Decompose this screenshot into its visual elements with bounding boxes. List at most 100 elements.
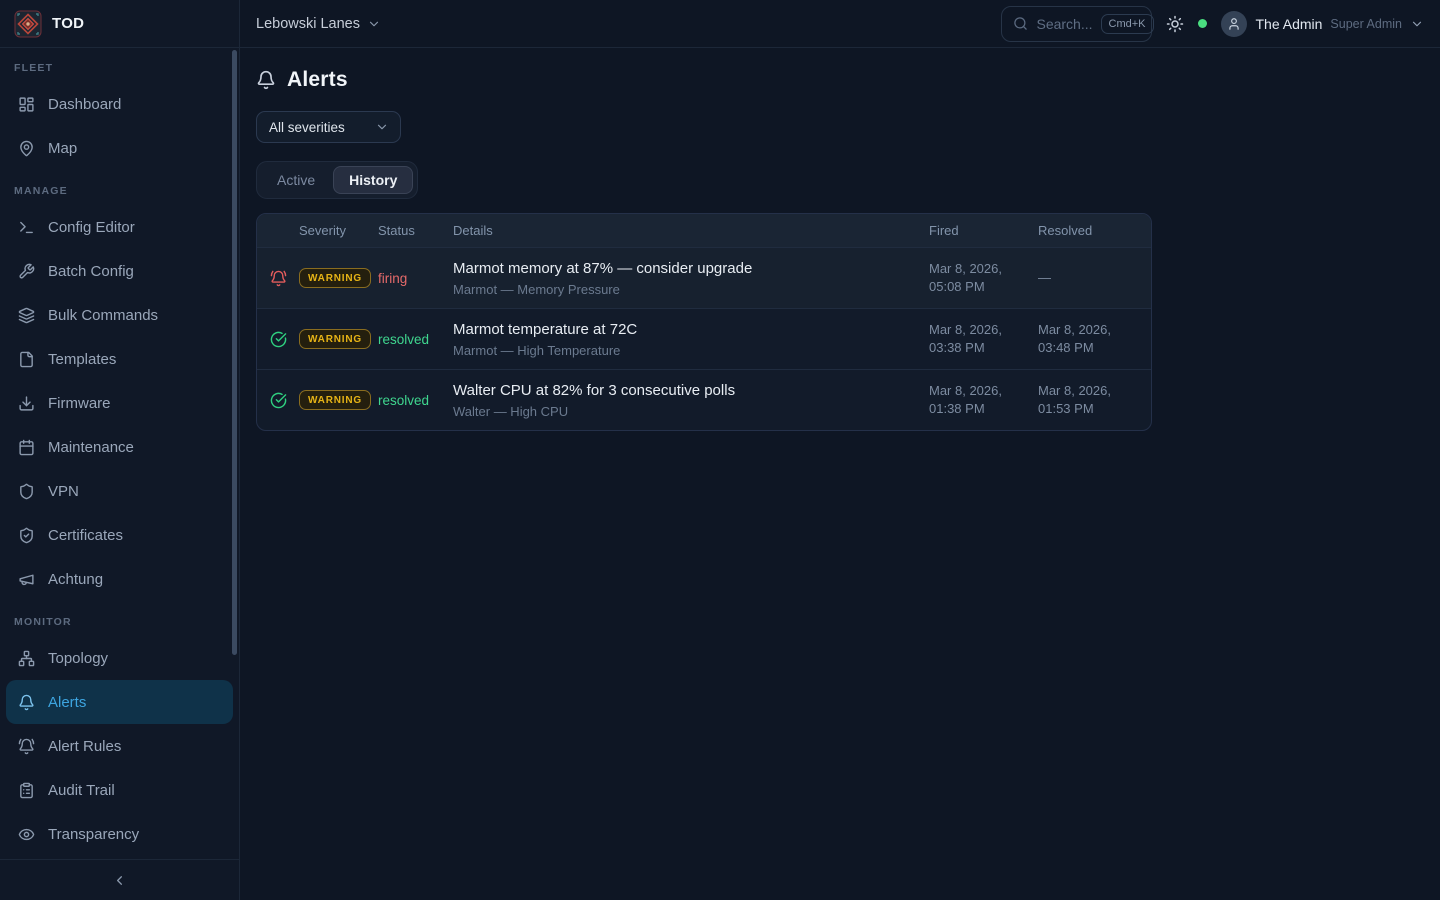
sidebar-section-monitor: MonitorTopologyAlertsAlert RulesAudit Tr… bbox=[0, 614, 239, 856]
theme-toggle-button[interactable] bbox=[1166, 15, 1184, 33]
severity-badge: WARNING bbox=[299, 390, 371, 410]
fired-date: Mar 8, 2026, 03:38 PM bbox=[929, 321, 1038, 356]
status-text: resolved bbox=[378, 332, 453, 347]
sidebar-item-label: Transparency bbox=[48, 826, 139, 843]
alert-title: Marmot memory at 87% — consider upgrade bbox=[453, 260, 913, 277]
chevron-down-icon bbox=[375, 120, 389, 134]
sidebar-item-firmware[interactable]: Firmware bbox=[6, 381, 233, 425]
tod-logo-icon bbox=[14, 10, 42, 38]
brand: TOD bbox=[0, 0, 239, 48]
tab-active[interactable]: Active bbox=[261, 166, 331, 194]
sidebar: TOD Fleet Dashboard Map Manage Config Editor… bbox=[0, 0, 240, 900]
bell-ring-icon bbox=[18, 738, 35, 755]
sidebar-item-label: Dashboard bbox=[48, 96, 121, 113]
bell-icon bbox=[256, 70, 276, 90]
alert-title: Marmot temperature at 72C bbox=[453, 321, 913, 338]
org-switcher[interactable]: Lebowski Lanes bbox=[256, 16, 381, 32]
shield-check-icon bbox=[18, 527, 35, 544]
topology-icon bbox=[18, 650, 35, 667]
resolved-date: Mar 8, 2026, 01:53 PM bbox=[1038, 382, 1151, 417]
user-name: The Admin bbox=[1255, 16, 1322, 32]
content: Alerts All severities Active History Sev… bbox=[240, 48, 1440, 431]
page-header: Alerts bbox=[256, 68, 1424, 92]
table-row[interactable]: WARNING resolvedWalter CPU at 82% for 3 c… bbox=[257, 369, 1151, 430]
calendar-icon bbox=[18, 439, 35, 456]
brand-name: TOD bbox=[52, 15, 84, 32]
sidebar-item-label: Achtung bbox=[48, 571, 103, 588]
sidebar-item-alert-rules[interactable]: Alert Rules bbox=[6, 724, 233, 768]
table-row[interactable]: WARNING firingMarmot memory at 87% — cons… bbox=[257, 247, 1151, 308]
sidebar-item-achtung[interactable]: Achtung bbox=[6, 557, 233, 601]
alert-subtitle: Marmot — Memory Pressure bbox=[453, 282, 913, 297]
chevron-left-icon bbox=[112, 873, 127, 888]
table-row[interactable]: WARNING resolvedMarmot temperature at 72C… bbox=[257, 308, 1151, 369]
sidebar-section-label: Fleet bbox=[0, 60, 239, 76]
column-header-resolved: Resolved bbox=[1038, 223, 1151, 238]
sidebar-item-label: Firmware bbox=[48, 395, 111, 412]
sidebar-item-maintenance[interactable]: Maintenance bbox=[6, 425, 233, 469]
sidebar-item-bulk-commands[interactable]: Bulk Commands bbox=[6, 293, 233, 337]
sidebar-item-label: Config Editor bbox=[48, 219, 135, 236]
tab-history[interactable]: History bbox=[333, 166, 413, 194]
sidebar-item-dashboard[interactable]: Dashboard bbox=[6, 82, 233, 126]
check-circle-icon bbox=[270, 392, 287, 409]
bell-icon bbox=[18, 694, 35, 711]
column-header-details: Details bbox=[453, 223, 929, 238]
user-menu[interactable]: The Admin Super Admin bbox=[1221, 11, 1424, 37]
check-circle-icon bbox=[270, 331, 287, 348]
sidebar-section-label: Manage bbox=[0, 183, 239, 199]
severity-badge: WARNING bbox=[299, 268, 371, 288]
sidebar-scrollbar[interactable] bbox=[232, 50, 237, 655]
sidebar-item-label: Bulk Commands bbox=[48, 307, 158, 324]
sidebar-item-label: Topology bbox=[48, 650, 108, 667]
fired-date: Mar 8, 2026, 01:38 PM bbox=[929, 382, 1038, 417]
search-input[interactable]: Search... Cmd+K bbox=[1001, 6, 1152, 42]
sidebar-item-templates[interactable]: Templates bbox=[6, 337, 233, 381]
sidebar-item-label: VPN bbox=[48, 483, 79, 500]
severity-badge: WARNING bbox=[299, 329, 371, 349]
severity-filter-select[interactable]: All severities bbox=[256, 111, 401, 143]
clipboard-icon bbox=[18, 782, 35, 799]
fired-date: Mar 8, 2026, 05:08 PM bbox=[929, 260, 1038, 295]
status-text: firing bbox=[378, 271, 453, 286]
main-column: Lebowski Lanes Search... Cmd+K The A bbox=[240, 0, 1440, 900]
sidebar-item-label: Maintenance bbox=[48, 439, 134, 456]
table-body: WARNING firingMarmot memory at 87% — cons… bbox=[257, 247, 1151, 430]
org-name: Lebowski Lanes bbox=[256, 16, 360, 32]
sidebar-item-certificates[interactable]: Certificates bbox=[6, 513, 233, 557]
sidebar-collapse-button[interactable] bbox=[0, 859, 239, 900]
download-icon bbox=[18, 395, 35, 412]
app-root: TOD Fleet Dashboard Map Manage Config Editor… bbox=[0, 0, 1440, 900]
sidebar-item-transparency[interactable]: Transparency bbox=[6, 812, 233, 856]
dashboard-icon bbox=[18, 96, 35, 113]
sidebar-item-vpn[interactable]: VPN bbox=[6, 469, 233, 513]
sidebar-item-label: Map bbox=[48, 140, 77, 157]
resolved-date: — bbox=[1038, 269, 1151, 287]
sidebar-item-label: Audit Trail bbox=[48, 782, 115, 799]
sidebar-item-label: Templates bbox=[48, 351, 116, 368]
status-text: resolved bbox=[378, 393, 453, 408]
sidebar-item-topology[interactable]: Topology bbox=[6, 636, 233, 680]
column-header-fired: Fired bbox=[929, 223, 1038, 238]
sidebar-item-config-editor[interactable]: Config Editor bbox=[6, 205, 233, 249]
sidebar-item-audit-trail[interactable]: Audit Trail bbox=[6, 768, 233, 812]
map-icon bbox=[18, 140, 35, 157]
chevron-down-icon bbox=[367, 17, 381, 31]
bell-ring-icon bbox=[270, 270, 287, 287]
severity-filter-value: All severities bbox=[269, 120, 345, 135]
user-role: Super Admin bbox=[1330, 17, 1402, 31]
alerts-tab-group: Active History bbox=[256, 161, 418, 199]
alert-title: Walter CPU at 82% for 3 consecutive poll… bbox=[453, 382, 913, 399]
megaphone-icon bbox=[18, 571, 35, 588]
sidebar-item-batch-config[interactable]: Batch Config bbox=[6, 249, 233, 293]
page-title: Alerts bbox=[287, 68, 348, 92]
sidebar-section-fleet: Fleet Dashboard Map bbox=[0, 60, 239, 170]
column-header-status: Status bbox=[378, 223, 453, 238]
chevron-down-icon bbox=[1410, 17, 1424, 31]
shield-icon bbox=[18, 483, 35, 500]
eye-icon bbox=[18, 826, 35, 843]
topbar-right: Search... Cmd+K The Admin Super Admin bbox=[1001, 6, 1424, 42]
sidebar-item-alerts[interactable]: Alerts bbox=[6, 680, 233, 724]
online-status-dot bbox=[1198, 19, 1207, 28]
sidebar-item-map[interactable]: Map bbox=[6, 126, 233, 170]
